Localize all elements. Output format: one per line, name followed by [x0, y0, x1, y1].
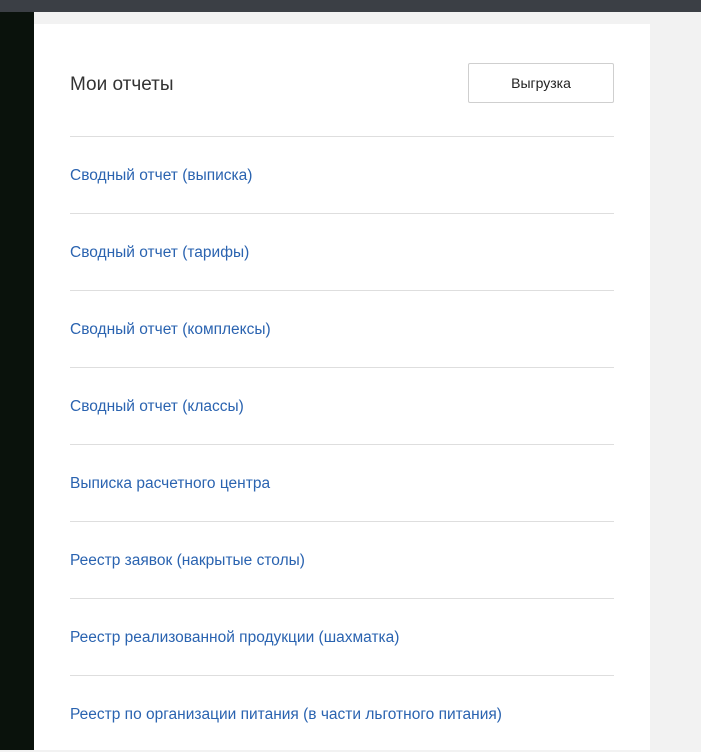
report-list: Сводный отчет (выписка) Сводный отчет (т…	[70, 136, 614, 752]
export-button[interactable]: Выгрузка	[468, 63, 614, 103]
report-link-summary-statement[interactable]: Сводный отчет (выписка)	[70, 166, 252, 186]
report-link-settlement-center-statement[interactable]: Выписка расчетного центра	[70, 474, 270, 494]
list-item: Сводный отчет (комплексы)	[70, 290, 614, 367]
list-item: Сводный отчет (выписка)	[70, 136, 614, 213]
list-item: Сводный отчет (классы)	[70, 367, 614, 444]
list-item: Реестр по организации питания (в части л…	[70, 675, 614, 752]
list-item: Реестр заявок (накрытые столы)	[70, 521, 614, 598]
left-sidebar-edge	[0, 12, 34, 750]
report-link-sold-products-registry[interactable]: Реестр реализованной продукции (шахматка…	[70, 628, 399, 648]
list-item: Реестр реализованной продукции (шахматка…	[70, 598, 614, 675]
page-title: Мои отчеты	[70, 74, 174, 95]
panel-header: Мои отчеты Выгрузка	[70, 63, 614, 105]
list-item: Сводный отчет (тарифы)	[70, 213, 614, 290]
report-link-orders-registry[interactable]: Реестр заявок (накрытые столы)	[70, 551, 305, 571]
top-bar	[0, 0, 701, 12]
report-link-summary-tariffs[interactable]: Сводный отчет (тарифы)	[70, 243, 249, 263]
report-link-summary-classes[interactable]: Сводный отчет (классы)	[70, 397, 244, 417]
report-link-summary-complexes[interactable]: Сводный отчет (комплексы)	[70, 320, 271, 340]
list-item: Выписка расчетного центра	[70, 444, 614, 521]
report-link-catering-registry[interactable]: Реестр по организации питания (в части л…	[70, 705, 590, 725]
